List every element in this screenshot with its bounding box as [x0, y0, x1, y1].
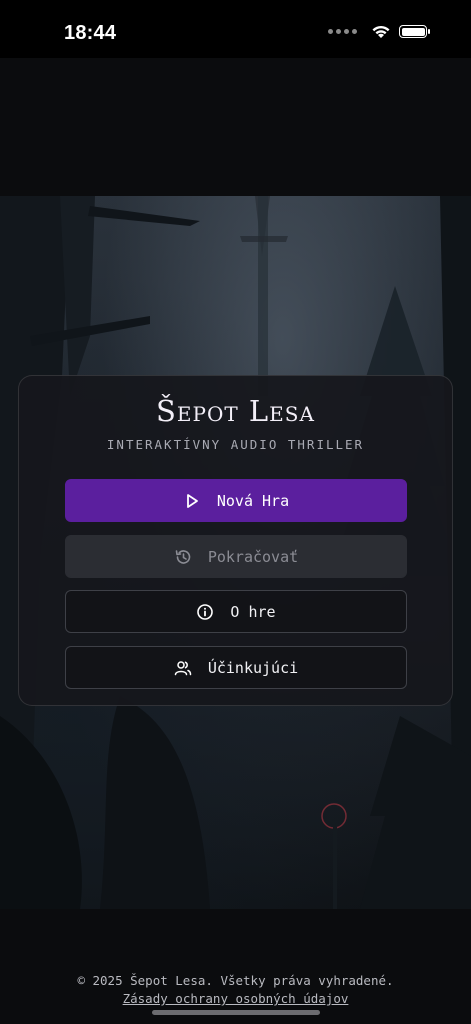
- play-icon: [186, 493, 198, 508]
- status-indicators: [328, 24, 430, 39]
- continue-label: Pokračovať: [207, 547, 299, 566]
- history-icon: [175, 549, 191, 564]
- game-subtitle: INTERAKTÍVNY AUDIO THRILLER: [106, 437, 365, 452]
- new-game-label: Nová Hra: [216, 491, 290, 510]
- privacy-policy-link[interactable]: Zásady ochrany osobných údajov: [0, 990, 471, 1008]
- continue-button[interactable]: Pokračovať: [65, 535, 407, 578]
- wifi-icon: [372, 25, 390, 38]
- footer: © 2025 Šepot Lesa. Všetky práva vyhraden…: [0, 972, 471, 1008]
- about-label: O hre: [230, 602, 276, 621]
- home-indicator[interactable]: [152, 1010, 320, 1015]
- battery-icon: [399, 25, 430, 38]
- credits-button[interactable]: Účinkujúci: [65, 646, 407, 689]
- status-bar: 18:44: [0, 0, 471, 58]
- game-title: Šepot Lesa: [156, 394, 315, 428]
- about-button[interactable]: O hre: [65, 590, 407, 633]
- copyright-text: © 2025 Šepot Lesa. Všetky práva vyhraden…: [77, 973, 394, 988]
- users-icon: [174, 660, 192, 675]
- info-icon: [197, 603, 214, 620]
- main-menu-card: Šepot Lesa INTERAKTÍVNY AUDIO THRILLER N…: [18, 375, 453, 706]
- signal-dots-icon: [328, 29, 357, 34]
- new-game-button[interactable]: Nová Hra: [65, 479, 407, 522]
- status-time: 18:44: [64, 22, 117, 44]
- credits-label: Účinkujúci: [207, 658, 299, 677]
